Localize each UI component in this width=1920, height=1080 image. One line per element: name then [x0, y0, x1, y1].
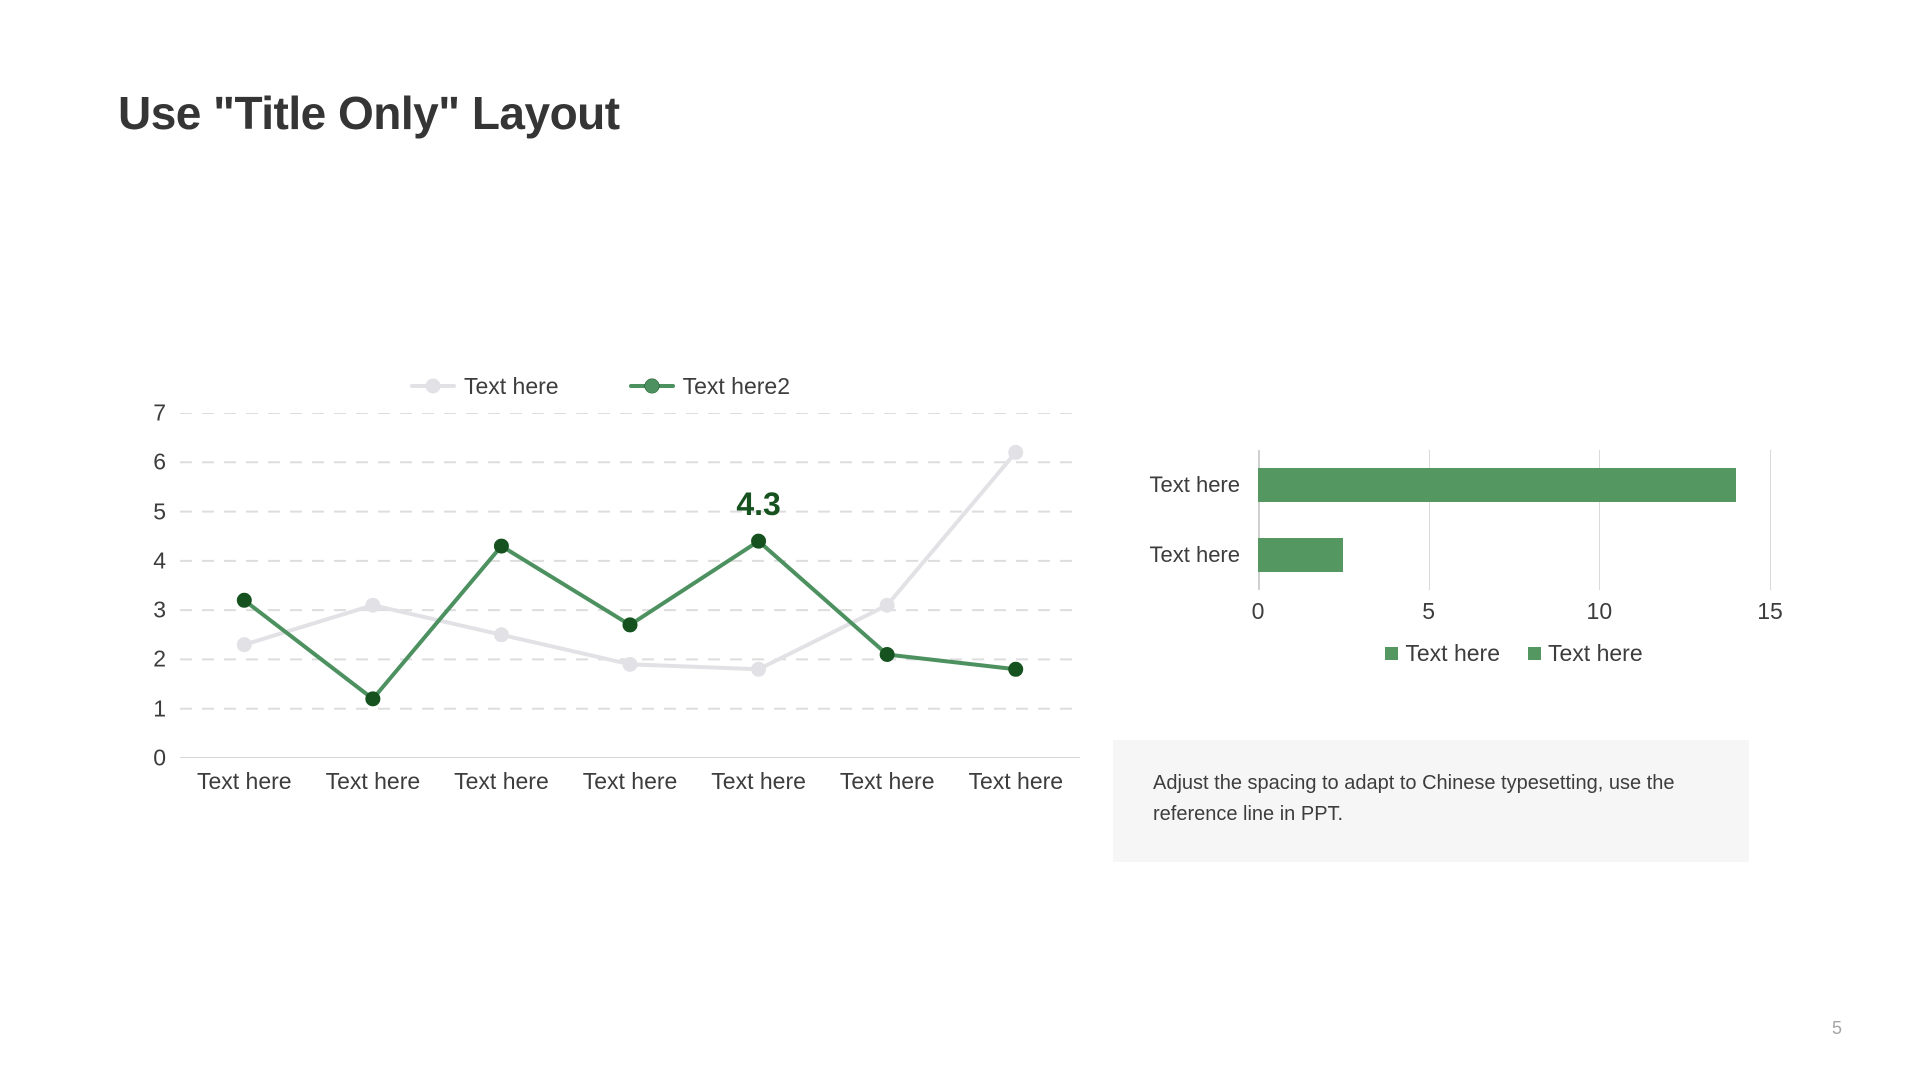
bar-legend-label-2: Text here [1548, 640, 1643, 666]
legend-marker-icon-series-2 [644, 378, 660, 394]
bar-chart-x-axis-labels: 0 5 10 15 [1252, 598, 1783, 632]
data-point-s2-2 [493, 538, 509, 554]
data-point-s2-0 [236, 592, 252, 608]
data-point-s1-0 [236, 637, 252, 653]
note-text: Adjust the spacing to adapt to Chinese t… [1153, 772, 1675, 825]
y-axis-tick-3: 3 [153, 596, 166, 623]
legend-label-series-2: Text here2 [682, 372, 790, 399]
data-label-0: 4.3 [736, 486, 780, 522]
legend-item-series-1[interactable]: Text here [409, 372, 559, 400]
x-axis-label-2: Text here [454, 768, 549, 794]
legend-line-icon-series-2 [628, 378, 675, 394]
data-point-s2-4 [751, 533, 767, 549]
x-axis-label-3: Text here [582, 768, 678, 794]
y-axis-tick-1: 1 [153, 695, 166, 722]
bar-x-tick-5: 5 [1422, 598, 1436, 624]
bar-category-label-0: Text here [1149, 472, 1241, 497]
bar-chart: Text here Text here 0 5 10 15 Text here Text… [1110, 450, 1790, 690]
data-point-s2-3 [622, 617, 638, 633]
data-point-s1-1 [365, 597, 381, 613]
bar-legend-item-1[interactable]: Text here [1385, 640, 1500, 667]
data-point-s2-1 [365, 691, 381, 707]
line-chart-legend: Text here Text here2 [120, 365, 1080, 407]
y-axis-tick-2: 2 [153, 645, 166, 672]
line-chart-x-axis-labels: Text here Text here Text here Text here Text… [180, 768, 1080, 808]
bar-chart-legend: Text here Text here [1258, 640, 1770, 667]
data-point-s1-4 [751, 661, 767, 677]
data-point-s1-5 [879, 597, 895, 613]
y-axis-tick-6: 6 [153, 448, 166, 475]
line-chart-svg: 4.3 [180, 412, 1080, 759]
data-point-s2-5 [879, 647, 895, 662]
bar-rect-0 [1258, 468, 1736, 502]
bar-x-tick-10: 10 [1586, 598, 1613, 624]
legend-item-series-2[interactable]: Text here2 [628, 372, 790, 400]
bar-rect-1 [1258, 538, 1344, 572]
x-axis-label-0: Text here [196, 768, 292, 794]
page-title: Use "Title Only" Layout [118, 87, 620, 139]
bar-category-label-1: Text here [1149, 542, 1241, 567]
x-axis-label-5: Text here [839, 768, 935, 794]
bar-legend-label-1: Text here [1405, 640, 1500, 666]
bar-legend-item-2[interactable]: Text here [1528, 640, 1643, 667]
line-chart-plot-wrapper: 01234567 4.3 Text here Text here Text here… [120, 400, 1080, 813]
data-point-s1-6 [1008, 444, 1024, 460]
legend-line-icon-series-1 [409, 378, 456, 394]
x-axis-label-1: Text here [325, 768, 421, 794]
line-chart-y-axis: 0 1 2 3 4 5 6 7 [120, 400, 166, 771]
y-axis-tick-0: 0 [153, 744, 166, 771]
line-chart-plot-area: 4.3 [180, 412, 1080, 759]
data-point-s1-3 [622, 656, 638, 672]
legend-marker-icon-series-1 [425, 378, 441, 394]
data-point-s2-6 [1008, 661, 1024, 677]
bar-x-tick-15: 15 [1757, 598, 1783, 624]
bar-chart-plot-area: Text here Text here [1110, 450, 1790, 590]
line-chart: Text here Text here2 0 1 2 3 4 5 6 7 4.3 Text h… [120, 365, 1080, 865]
bar-legend-swatch-icon-2 [1528, 647, 1541, 660]
data-point-s1-2 [493, 627, 509, 643]
bar-x-tick-0: 0 [1251, 598, 1265, 624]
note-box: Adjust the spacing to adapt to Chinese t… [1113, 740, 1749, 862]
y-axis-tick-5: 5 [153, 498, 166, 525]
y-axis-tick-4: 4 [153, 547, 166, 574]
page-number: 5 [1831, 1018, 1842, 1038]
legend-label-series-1: Text here [463, 372, 559, 399]
x-axis-label-4: Text here [711, 768, 806, 794]
bar-gridline-x-15 [1770, 450, 1771, 590]
x-axis-label-6: Text here [968, 768, 1064, 794]
y-axis-tick-7: 7 [153, 399, 166, 426]
bar-legend-swatch-icon-1 [1385, 647, 1399, 660]
